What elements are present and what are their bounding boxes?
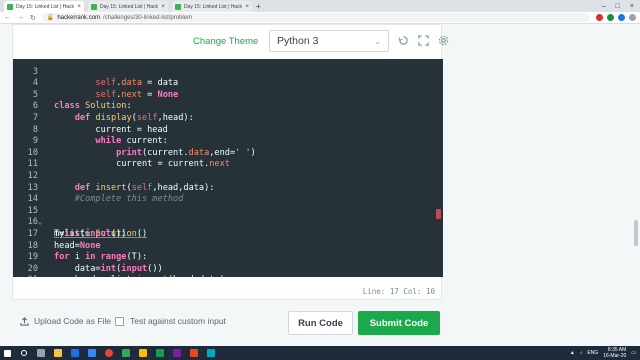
code-line: 18 for i in range(T): xyxy=(13,229,443,263)
code-line: 19 data=int(input()) xyxy=(13,241,443,274)
submit-code-button[interactable]: Submit Code xyxy=(358,311,440,335)
input-language[interactable]: ENG xyxy=(587,350,598,356)
editor-toolbar: Change Theme Python 3 ⌄ xyxy=(13,25,449,58)
code-line: 5 class Solution: xyxy=(13,78,443,112)
app-icon[interactable] xyxy=(170,346,184,360)
chevron-down-icon: ⌄ xyxy=(374,36,381,46)
code-editor[interactable]: 3 self.data = data 4 self.next = None 5 … xyxy=(13,59,443,277)
chrome-icon[interactable] xyxy=(102,346,116,360)
app-icon[interactable] xyxy=(187,346,201,360)
hackerrank-favicon-icon xyxy=(7,3,13,10)
code-line: 9 print(current.data,end=' ') xyxy=(13,125,443,158)
extension-icon[interactable] xyxy=(607,14,614,21)
code-line: 17 head=None xyxy=(13,217,443,251)
extension-icon[interactable] xyxy=(596,14,603,21)
code-text: head=mylist.insert(head,data) xyxy=(54,275,225,277)
tab-title: Day 15: Linked List | HackerRank xyxy=(184,3,242,10)
custom-input-toggle[interactable]: Test against custom input xyxy=(115,316,226,326)
browser-tab[interactable]: Day 15: Linked List | HackerRank × xyxy=(88,1,168,12)
code-editor-panel: Change Theme Python 3 ⌄ 3 self.data = da… xyxy=(12,24,449,300)
error-marker xyxy=(436,209,441,219)
app-icon[interactable] xyxy=(204,346,218,360)
forward-icon[interactable]: → xyxy=(17,14,24,21)
code-line: 8 while current: xyxy=(13,113,443,147)
code-line: 13 #Complete this method xyxy=(13,171,443,205)
settings-gear-icon[interactable] xyxy=(438,35,449,46)
notifications-icon[interactable]: ▭ xyxy=(631,350,636,356)
custom-input-checkbox[interactable] xyxy=(115,316,124,326)
file-explorer-icon[interactable] xyxy=(51,346,65,360)
url-host: hackerrank.com xyxy=(57,14,101,21)
code-line: 10 current = current.next xyxy=(13,136,443,170)
language-select[interactable]: Python 3 ⌄ xyxy=(269,30,389,52)
tab-title: Day 15: Linked List | HackerRank xyxy=(16,3,74,10)
clock[interactable]: 8:35 AM 16-Mar-20 xyxy=(603,347,626,359)
code-line: 7 current = head xyxy=(13,101,443,135)
code-line: 21 mylist.display(head); xyxy=(13,264,443,277)
address-bar-row: ← → ↻ 🔒 hackerrank.com/challenges/30-lin… xyxy=(0,12,640,24)
browser-tab[interactable]: Day 15: Linked List | HackerRank × xyxy=(172,1,252,12)
hackerrank-favicon-icon xyxy=(175,3,181,10)
page-scrollbar[interactable] xyxy=(634,220,638,246)
upload-icon xyxy=(20,316,29,326)
close-tab-icon[interactable]: × xyxy=(77,4,81,10)
profile-icon[interactable] xyxy=(629,14,636,21)
browser-tab-bar: Day 15: Linked List | HackerRank × Day 1… xyxy=(0,0,640,12)
extension-icon[interactable] xyxy=(618,14,625,21)
system-tray: ▲ ♪ ENG 8:35 AM 16-Mar-20 ▭ xyxy=(570,347,640,359)
reload-icon[interactable]: ↻ xyxy=(30,14,36,22)
mail-icon[interactable] xyxy=(85,346,99,360)
run-code-button[interactable]: Run Code xyxy=(288,311,353,335)
action-row: Upload Code as File Test against custom … xyxy=(0,306,640,336)
code-line: 3 self.data = data xyxy=(13,59,443,89)
windows-taskbar: ▲ ♪ ENG 8:35 AM 16-Mar-20 ▭ xyxy=(0,346,640,360)
cursor-position: Line: 17 Col: 10 xyxy=(362,287,435,296)
store-icon[interactable] xyxy=(68,346,82,360)
code-line: 11 xyxy=(13,148,443,169)
custom-input-label: Test against custom input xyxy=(130,316,226,326)
browser-tab[interactable]: Day 15: Linked List | HackerRank × xyxy=(4,1,84,12)
upload-label: Upload Code as File xyxy=(34,316,112,326)
code-line: 20 head=mylist.insert(head,data) xyxy=(13,252,443,277)
lock-icon: 🔒 xyxy=(46,15,55,21)
fullscreen-icon[interactable] xyxy=(418,35,429,46)
clock-date: 16-Mar-20 xyxy=(603,353,627,359)
app-icon[interactable] xyxy=(153,346,167,360)
window-controls: – □ × xyxy=(602,1,640,12)
editor-tools xyxy=(398,35,449,46)
search-icon[interactable] xyxy=(17,346,31,360)
url-input[interactable]: 🔒 hackerrank.com/challenges/30-linked-li… xyxy=(41,13,590,22)
upload-code-link[interactable]: Upload Code as File xyxy=(20,316,111,326)
new-tab-icon[interactable]: + xyxy=(256,1,261,12)
volume-icon[interactable]: ♪ xyxy=(580,350,583,356)
code-line: 15 ⌄ mylist= Solution() xyxy=(13,194,443,239)
code-line: 6 def display(self,head): xyxy=(13,90,443,123)
reset-code-icon[interactable] xyxy=(398,35,409,46)
code-line: 12 def insert(self,head,data): xyxy=(13,159,443,193)
code-line: 14 xyxy=(13,183,443,204)
task-view-icon[interactable] xyxy=(34,346,48,360)
extensions xyxy=(596,14,636,21)
close-window-icon[interactable]: × xyxy=(630,1,634,12)
language-value: Python 3 xyxy=(277,35,319,47)
url-path: /challenges/30-linked-list/problem xyxy=(103,14,193,21)
start-menu-icon[interactable] xyxy=(0,346,14,360)
code-line: 4 self.next = None xyxy=(13,67,443,100)
close-tab-icon[interactable]: × xyxy=(245,4,249,10)
maximize-icon[interactable]: □ xyxy=(616,1,620,12)
back-icon[interactable]: ← xyxy=(4,14,11,21)
hackerrank-favicon-icon xyxy=(91,3,97,10)
tab-title: Day 15: Linked List | HackerRank xyxy=(100,3,158,10)
code-line: 16 T=int(input()) xyxy=(13,206,443,239)
minimize-icon[interactable]: – xyxy=(602,1,606,12)
network-icon[interactable]: ▲ xyxy=(570,350,575,356)
close-tab-icon[interactable]: × xyxy=(161,4,165,10)
change-theme-link[interactable]: Change Theme xyxy=(193,36,258,47)
app-icon[interactable] xyxy=(136,346,150,360)
line-number: 21 xyxy=(13,275,38,277)
app-icon[interactable] xyxy=(119,346,133,360)
